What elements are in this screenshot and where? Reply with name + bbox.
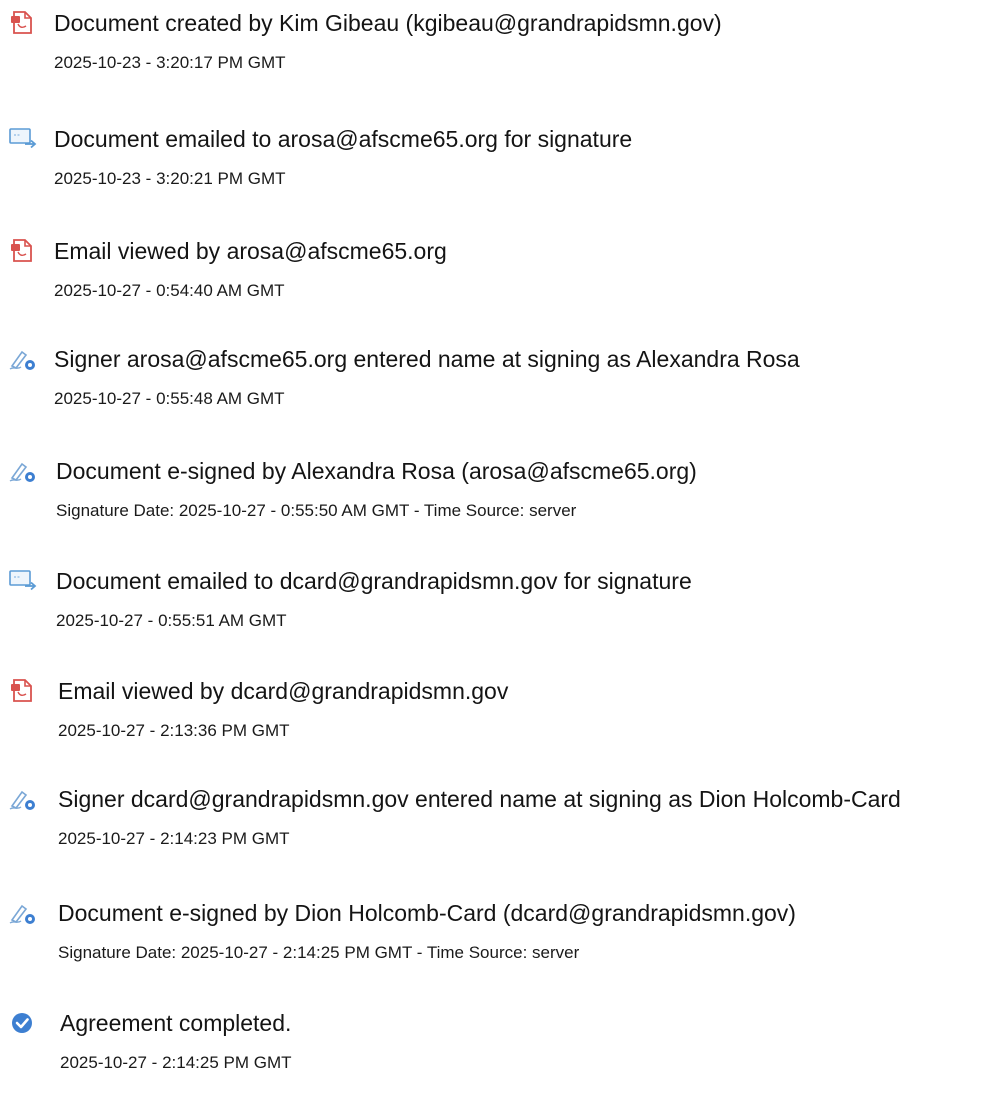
event-description: Document created by Kim Gibeau (kgibeau@… (54, 10, 722, 36)
event-description: Document e-signed by Dion Holcomb-Card (… (58, 900, 796, 926)
audit-entry: Document e-signed by Dion Holcomb-Card (… (0, 890, 998, 990)
audit-entry: Document emailed to dcard@grandrapidsmn.… (0, 558, 998, 658)
esign-pen-icon (8, 458, 38, 484)
event-description: Signer arosa@afscme65.org entered name a… (54, 346, 800, 372)
event-description: Email viewed by dcard@grandrapidsmn.gov (58, 678, 509, 704)
audit-entry: Email viewed by arosa@afscme65.org 2025-… (0, 228, 998, 328)
audit-entry: Document e-signed by Alexandra Rosa (aro… (0, 448, 998, 548)
email-viewed-icon (8, 238, 38, 264)
email-sent-icon (8, 126, 38, 152)
event-timestamp: 2025-10-27 - 0:54:40 AM GMT (54, 281, 285, 300)
audit-entry: Email viewed by dcard@grandrapidsmn.gov … (0, 668, 998, 768)
event-description: Signer dcard@grandrapidsmn.gov entered n… (58, 786, 901, 812)
email-sent-icon (8, 568, 38, 594)
event-description: Agreement completed. (60, 1010, 292, 1036)
audit-entry: Signer arosa@afscme65.org entered name a… (0, 336, 998, 436)
document-created-icon (8, 10, 38, 36)
signature-date: Signature Date: 2025-10-27 - 0:55:50 AM … (56, 501, 577, 520)
signer-pen-icon (8, 346, 38, 372)
event-description: Document emailed to dcard@grandrapidsmn.… (56, 568, 692, 594)
event-timestamp: 2025-10-23 - 3:20:21 PM GMT (54, 169, 286, 188)
event-timestamp: 2025-10-27 - 2:14:25 PM GMT (60, 1053, 292, 1072)
event-timestamp: 2025-10-27 - 2:13:36 PM GMT (58, 721, 290, 740)
audit-entry: Document emailed to arosa@afscme65.org f… (0, 116, 998, 216)
audit-entry: Document created by Kim Gibeau (kgibeau@… (0, 0, 998, 100)
audit-log: Document created by Kim Gibeau (kgibeau@… (0, 0, 998, 1072)
event-timestamp: 2025-10-27 - 2:14:23 PM GMT (58, 829, 290, 848)
event-timestamp: 2025-10-23 - 3:20:17 PM GMT (54, 53, 286, 72)
agreement-completed-check-icon (8, 1010, 38, 1036)
event-timestamp: 2025-10-27 - 0:55:51 AM GMT (56, 611, 287, 630)
event-description: Document e-signed by Alexandra Rosa (aro… (56, 458, 697, 484)
event-timestamp: 2025-10-27 - 0:55:48 AM GMT (54, 389, 285, 408)
audit-entry: Signer dcard@grandrapidsmn.gov entered n… (0, 776, 998, 876)
email-viewed-icon (8, 678, 38, 704)
signature-date: Signature Date: 2025-10-27 - 2:14:25 PM … (58, 943, 580, 962)
audit-entry: Agreement completed. 2025-10-27 - 2:14:2… (0, 1000, 998, 1100)
signer-pen-icon (8, 786, 38, 812)
esign-pen-icon (8, 900, 38, 926)
event-description: Document emailed to arosa@afscme65.org f… (54, 126, 633, 152)
event-description: Email viewed by arosa@afscme65.org (54, 238, 447, 264)
